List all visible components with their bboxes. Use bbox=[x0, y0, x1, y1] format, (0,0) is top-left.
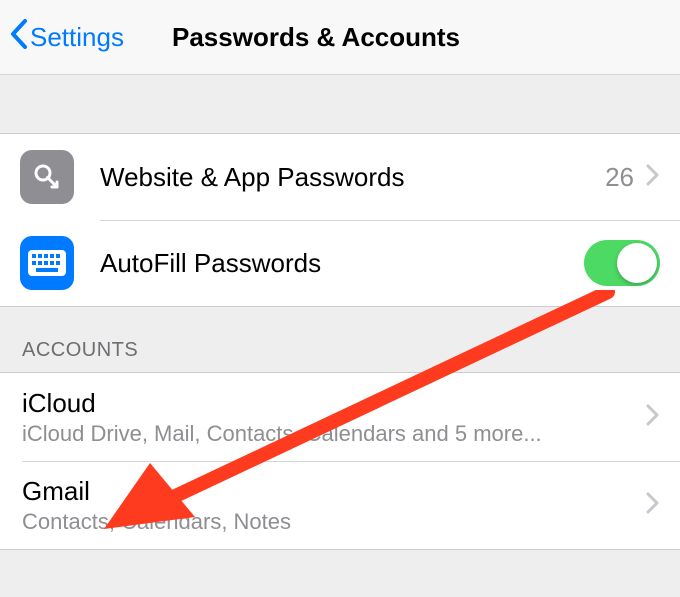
chevron-right-icon bbox=[646, 492, 660, 519]
back-label: Settings bbox=[30, 22, 124, 53]
spacer bbox=[0, 75, 680, 133]
accounts-group: iCloud iCloud Drive, Mail, Contacts, Cal… bbox=[0, 372, 680, 550]
account-subtitle: Contacts, Calendars, Notes bbox=[22, 509, 646, 535]
chevron-right-icon bbox=[646, 164, 660, 191]
key-icon bbox=[20, 150, 74, 204]
account-text: iCloud iCloud Drive, Mail, Contacts, Cal… bbox=[22, 388, 646, 447]
back-chevron-icon bbox=[10, 19, 28, 56]
autofill-passwords-row: AutoFill Passwords bbox=[0, 220, 680, 306]
account-title: Gmail bbox=[22, 476, 646, 507]
autofill-toggle[interactable] bbox=[584, 240, 660, 286]
keyboard-icon bbox=[20, 236, 74, 290]
passwords-group: Website & App Passwords 26 AutoFill P bbox=[0, 133, 680, 307]
website-app-passwords-label: Website & App Passwords bbox=[100, 162, 605, 193]
autofill-passwords-label: AutoFill Passwords bbox=[100, 248, 584, 279]
back-button[interactable]: Settings bbox=[10, 19, 124, 56]
toggle-knob bbox=[617, 243, 657, 283]
accounts-header: ACCOUNTS bbox=[0, 307, 680, 372]
account-title: iCloud bbox=[22, 388, 646, 419]
account-row-gmail[interactable]: Gmail Contacts, Calendars, Notes bbox=[0, 461, 680, 549]
account-row-icloud[interactable]: iCloud iCloud Drive, Mail, Contacts, Cal… bbox=[0, 373, 680, 461]
navigation-bar: Settings Passwords & Accounts bbox=[0, 0, 680, 75]
website-app-passwords-count: 26 bbox=[605, 162, 634, 193]
chevron-right-icon bbox=[646, 404, 660, 431]
account-subtitle: iCloud Drive, Mail, Contacts, Calendars … bbox=[22, 421, 646, 447]
page-title: Passwords & Accounts bbox=[172, 22, 460, 53]
website-app-passwords-row[interactable]: Website & App Passwords 26 bbox=[0, 134, 680, 220]
account-text: Gmail Contacts, Calendars, Notes bbox=[22, 476, 646, 535]
